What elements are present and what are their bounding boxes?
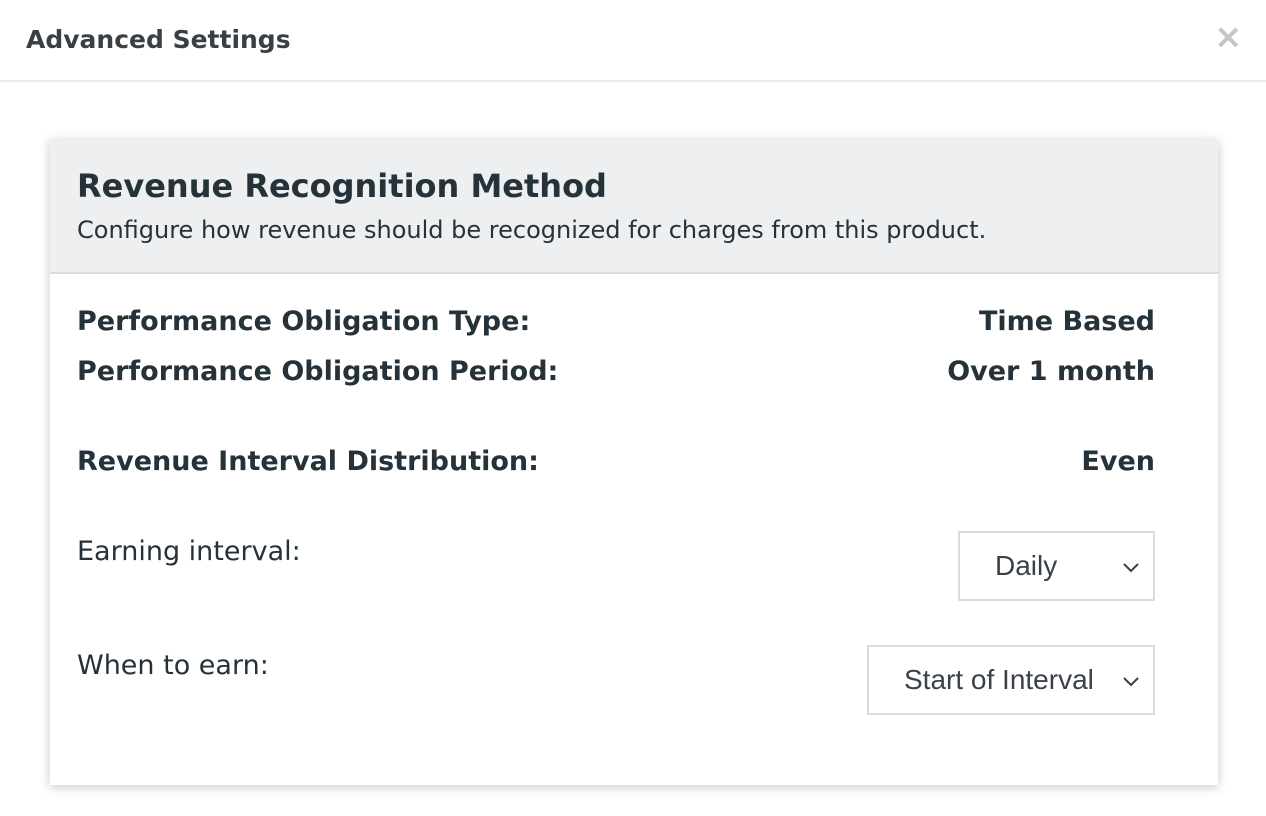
card-subtitle: Configure how revenue should be recogniz… [77, 216, 987, 244]
earning-interval-label: Earning interval: [77, 536, 301, 567]
dialog-header: Advanced Settings × [0, 0, 1266, 82]
advanced-settings-dialog: Advanced Settings × Revenue Recognition … [0, 0, 1266, 816]
obligation-type-label: Performance Obligation Type: [77, 306, 531, 337]
when-to-earn-select[interactable]: Start of Interval [867, 645, 1155, 715]
card-title: Revenue Recognition Method [77, 167, 607, 205]
close-button[interactable]: × [1214, 17, 1243, 57]
earning-interval-select[interactable]: Daily [958, 531, 1155, 601]
dialog-title: Advanced Settings [26, 25, 291, 54]
obligation-type-value: Time Based [978, 306, 1155, 337]
revenue-recognition-card: Revenue Recognition Method Configure how… [50, 139, 1218, 785]
interval-distribution-value: Even [1081, 446, 1155, 477]
when-to-earn-label: When to earn: [77, 650, 269, 681]
obligation-period-label: Performance Obligation Period: [77, 356, 559, 387]
interval-distribution-label: Revenue Interval Distribution: [77, 446, 539, 477]
earning-interval-selected: Daily [995, 550, 1058, 581]
obligation-period-value: Over 1 month [947, 356, 1155, 387]
close-icon: × [1214, 17, 1243, 57]
when-to-earn-selected: Start of Interval [904, 664, 1094, 695]
chevron-down-icon [1123, 677, 1139, 687]
card-header: Revenue Recognition Method Configure how… [50, 139, 1218, 274]
chevron-down-icon [1123, 563, 1139, 573]
